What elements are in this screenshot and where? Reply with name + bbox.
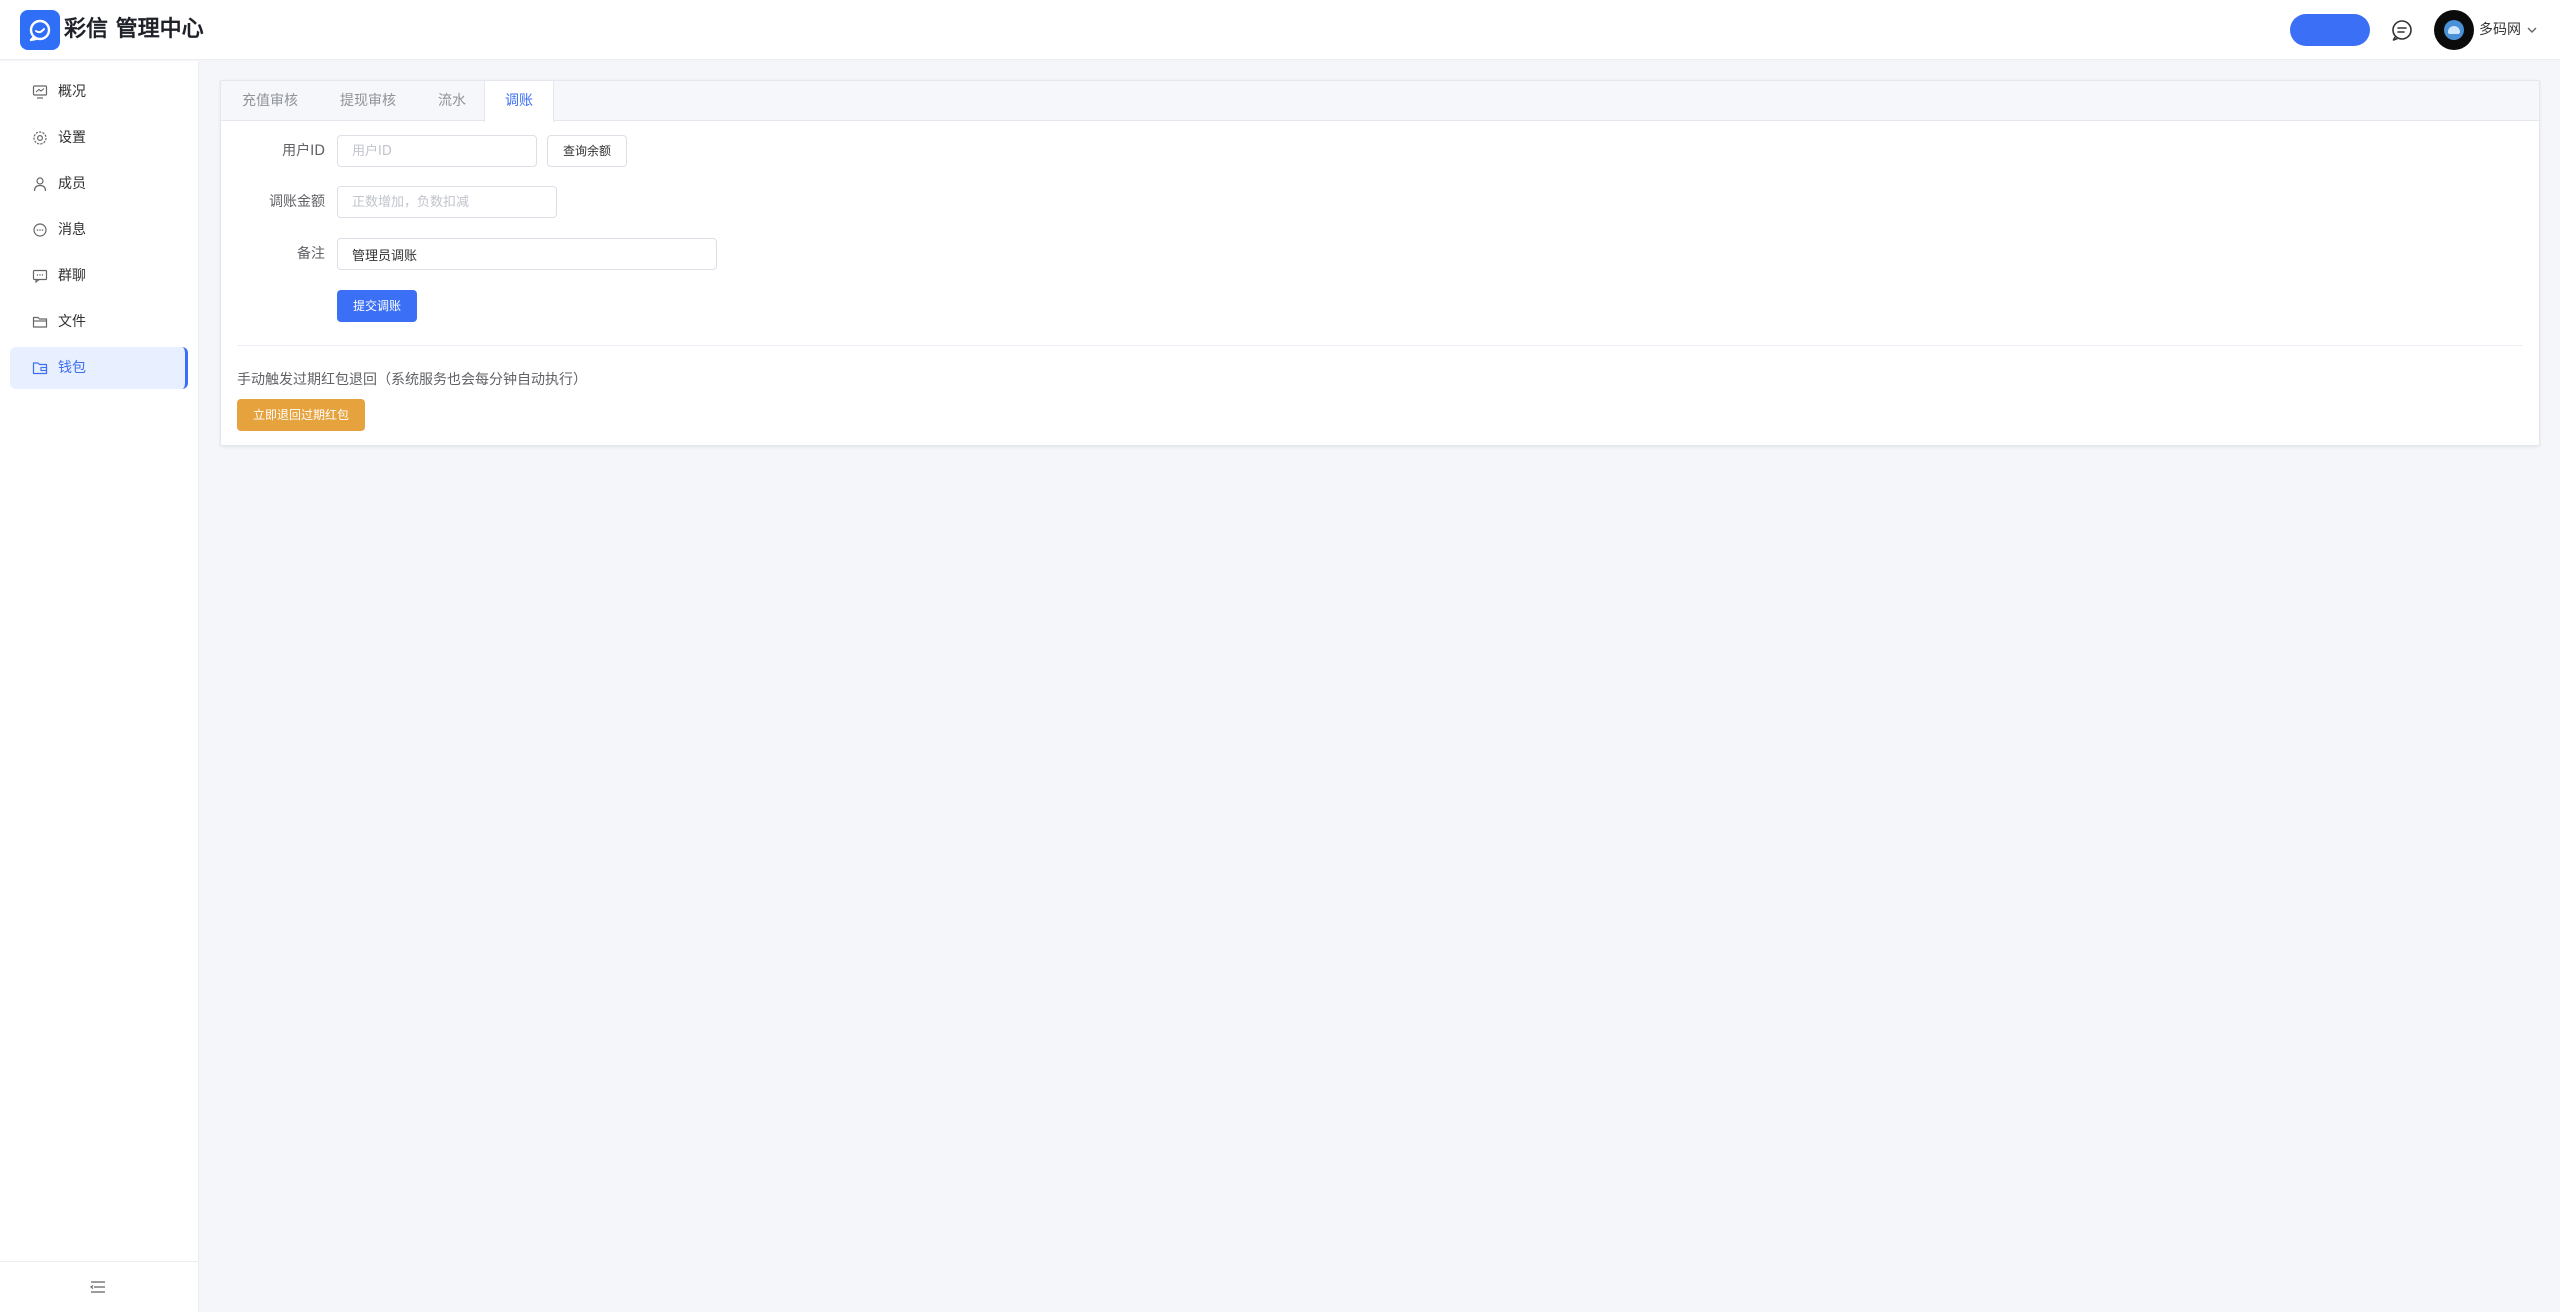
wallet-card: 充值审核 提现审核 流水 调账 用户ID 查询余额 调账金额 备注 提交调账 手… bbox=[220, 80, 2540, 446]
remark-input[interactable] bbox=[337, 238, 717, 270]
sidebar-item-label: 概况 bbox=[58, 84, 86, 100]
sidebar-footer bbox=[0, 1261, 199, 1312]
divider bbox=[237, 345, 2523, 346]
tab-withdraw-review[interactable]: 提现审核 bbox=[319, 81, 417, 121]
gear-icon bbox=[33, 131, 47, 145]
amount-input[interactable] bbox=[337, 186, 557, 218]
tab-recharge-review[interactable]: 充值审核 bbox=[221, 81, 319, 121]
user-id-input[interactable] bbox=[337, 135, 537, 167]
refund-expired-red-packets-button[interactable]: 立即退回过期红包 bbox=[237, 399, 365, 431]
sidebar-item-settings[interactable]: 设置 bbox=[10, 117, 188, 159]
username[interactable]: 多码网 bbox=[2479, 20, 2521, 40]
messages-icon[interactable] bbox=[2388, 16, 2416, 44]
sidebar-item-label: 成员 bbox=[58, 176, 86, 192]
wallet-icon bbox=[32, 362, 48, 375]
folder-icon bbox=[32, 316, 48, 328]
sidebar-item-label: 文件 bbox=[58, 314, 86, 330]
sidebar: 概况 设置 成员 消息 群聊 文件 钱包 bbox=[0, 61, 199, 1312]
sidebar-item-files[interactable]: 文件 bbox=[10, 301, 188, 343]
submit-adjustment-button[interactable]: 提交调账 bbox=[337, 290, 417, 322]
sidebar-item-label: 消息 bbox=[58, 222, 86, 238]
sidebar-item-group-chat[interactable]: 群聊 bbox=[10, 255, 188, 297]
user-id-label: 用户ID bbox=[282, 143, 325, 159]
tab-transactions[interactable]: 流水 bbox=[417, 81, 487, 121]
sidebar-item-label: 钱包 bbox=[58, 360, 86, 376]
remark-label: 备注 bbox=[297, 246, 325, 262]
avatar[interactable] bbox=[2434, 10, 2474, 50]
sidebar-item-label: 群聊 bbox=[58, 268, 86, 284]
group-chat-icon bbox=[32, 269, 48, 284]
chat-bubble-icon bbox=[33, 223, 47, 237]
sidebar-item-members[interactable]: 成员 bbox=[10, 163, 188, 205]
monitor-icon bbox=[32, 85, 48, 99]
sidebar-item-wallet[interactable]: 钱包 bbox=[10, 347, 188, 389]
app-logo[interactable] bbox=[20, 10, 60, 50]
top-header: 彩信 管理中心 多码网 bbox=[0, 0, 2560, 60]
brand-title: 彩信 管理中心 bbox=[64, 17, 204, 42]
menu-collapse-icon[interactable] bbox=[90, 1280, 106, 1294]
chat-logo-icon bbox=[29, 19, 51, 42]
expired-refund-note: 手动触发过期红包退回（系统服务也会每分钟自动执行） bbox=[237, 372, 587, 388]
sidebar-item-messages[interactable]: 消息 bbox=[10, 209, 188, 251]
tab-adjustment[interactable]: 调账 bbox=[484, 81, 554, 122]
header-action-button[interactable] bbox=[2290, 14, 2370, 46]
sidebar-item-label: 设置 bbox=[58, 130, 86, 146]
chevron-down-icon[interactable] bbox=[2526, 24, 2538, 36]
user-icon bbox=[33, 177, 47, 192]
query-balance-button[interactable]: 查询余额 bbox=[547, 135, 627, 167]
amount-label: 调账金额 bbox=[269, 194, 325, 210]
tab-bar: 充值审核 提现审核 流水 调账 bbox=[221, 81, 2539, 122]
sidebar-item-overview[interactable]: 概况 bbox=[10, 71, 188, 113]
